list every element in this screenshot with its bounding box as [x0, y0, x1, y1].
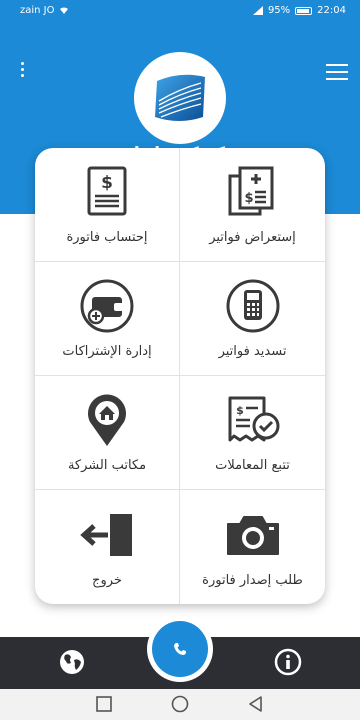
- tile-label: إستعراض فواتير: [209, 230, 296, 245]
- logout-icon: [77, 507, 137, 563]
- system-nav-bar: [0, 689, 360, 720]
- more-options-button[interactable]: [14, 62, 30, 86]
- back-icon[interactable]: [246, 694, 266, 714]
- recent-apps-icon[interactable]: [94, 694, 114, 714]
- tile-manage-subscriptions[interactable]: إدارة الإشتراكات: [35, 262, 180, 376]
- home-icon[interactable]: [170, 694, 190, 714]
- globe-icon[interactable]: [58, 648, 86, 676]
- logo-icon: [155, 74, 205, 121]
- tile-bill-calculation[interactable]: $ إحتساب فاتورة: [35, 148, 180, 262]
- services-card: $ إحتساب فاتورة $ إستعراض فواتير إدارة ا…: [35, 148, 325, 604]
- wifi-icon: [59, 7, 68, 14]
- camera-icon: [223, 507, 283, 563]
- location-pin-icon: [77, 392, 137, 448]
- svg-text:$: $: [101, 173, 113, 193]
- signal-icon: [252, 6, 263, 15]
- info-icon[interactable]: [274, 648, 302, 676]
- clock: 22:04: [317, 5, 346, 16]
- tile-request-bill[interactable]: طلب إصدار فاتورة: [180, 490, 325, 604]
- status-bar: zain JO 95% 22:04: [0, 0, 360, 24]
- tile-bills-list[interactable]: $ إستعراض فواتير: [180, 148, 325, 262]
- battery-icon: [295, 6, 313, 15]
- tile-company-offices[interactable]: مكاتب الشركة: [35, 376, 180, 490]
- bill-calculation-icon: $: [77, 164, 137, 220]
- tile-label: خروج: [92, 572, 122, 588]
- tile-logout[interactable]: خروج: [35, 490, 180, 604]
- tile-label: طلب إصدار فاتورة: [202, 572, 303, 588]
- tile-label: إحتساب فاتورة: [66, 230, 148, 245]
- phone-icon: [174, 643, 186, 655]
- tile-track-transactions[interactable]: $ تتبع المعاملات: [180, 376, 325, 490]
- tile-label: إدارة الإشتراكات: [62, 344, 152, 359]
- track-transactions-icon: $: [223, 392, 283, 448]
- menu-button[interactable]: [326, 64, 348, 80]
- tile-label: تسديد فواتير: [218, 344, 287, 359]
- svg-text:$: $: [244, 191, 253, 206]
- wallet-icon: [77, 278, 137, 334]
- svg-text:$: $: [236, 404, 244, 417]
- bills-list-icon: $: [223, 164, 283, 220]
- battery-percent: 95%: [267, 5, 291, 16]
- tile-pay-bills[interactable]: تسديد فواتير: [180, 262, 325, 376]
- call-button[interactable]: [152, 621, 208, 677]
- payment-terminal-icon: [223, 278, 283, 334]
- company-logo: [134, 52, 226, 144]
- tile-label: تتبع المعاملات: [215, 458, 290, 473]
- tile-label: مكاتب الشركة: [67, 458, 147, 473]
- carrier-label: zain JO: [20, 5, 55, 16]
